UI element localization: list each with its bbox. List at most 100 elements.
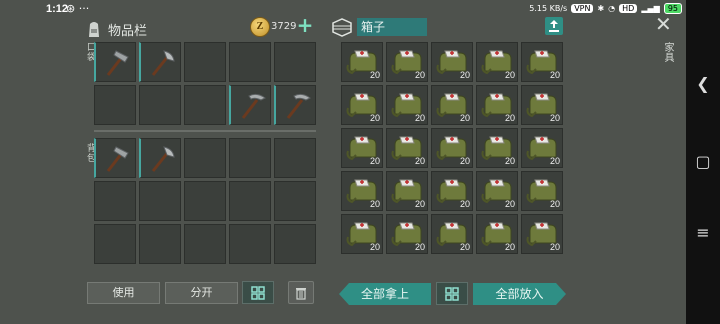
- grid-icon: [445, 287, 459, 301]
- hatchet-icon: [151, 146, 175, 172]
- slot-medkit-bag[interactable]: 20: [386, 42, 428, 82]
- bluetooth-icon: ✱: [597, 4, 605, 13]
- item-quantity: 20: [369, 70, 380, 80]
- network-speed: 5.15 KB/s: [529, 4, 568, 13]
- slot-medkit-bag[interactable]: 20: [521, 128, 563, 168]
- item-quantity: 20: [504, 70, 515, 80]
- home-nav-icon[interactable]: ▢: [686, 152, 720, 171]
- export-button[interactable]: [545, 17, 563, 35]
- slot-medkit-bag[interactable]: 20: [476, 42, 518, 82]
- slot-medkit-bag[interactable]: 20: [476, 214, 518, 254]
- item-quantity: 20: [414, 199, 425, 209]
- split-button[interactable]: 分开: [165, 282, 238, 304]
- slot-medkit-bag[interactable]: 20: [431, 128, 473, 168]
- sledgehammer-icon: [106, 146, 129, 172]
- use-button[interactable]: 使用: [87, 282, 160, 304]
- close-icon[interactable]: ✕: [655, 14, 672, 34]
- empty-slot[interactable]: [94, 181, 136, 221]
- item-quantity: 20: [459, 242, 470, 252]
- slot-medkit-bag[interactable]: 20: [386, 128, 428, 168]
- empty-slot[interactable]: [229, 181, 271, 221]
- empty-slot[interactable]: [184, 85, 226, 125]
- sort-box-button[interactable]: [436, 282, 468, 305]
- item-quantity: 20: [414, 113, 425, 123]
- slot-medkit-bag[interactable]: 20: [341, 42, 383, 82]
- empty-slot[interactable]: [274, 42, 316, 82]
- empty-slot[interactable]: [184, 224, 226, 264]
- slot-medkit-bag[interactable]: 20: [521, 42, 563, 82]
- item-quantity: 20: [414, 156, 425, 166]
- empty-slot[interactable]: [139, 181, 181, 221]
- item-quantity: 20: [414, 70, 425, 80]
- item-quantity: 20: [504, 199, 515, 209]
- slot-medkit-bag[interactable]: 20: [341, 128, 383, 168]
- add-coins-button[interactable]: +: [296, 15, 314, 35]
- pickaxe-icon: [286, 93, 311, 119]
- pocket-grid: [94, 42, 316, 125]
- hatchet-icon: [151, 50, 175, 76]
- slot-sledgehammer[interactable]: [94, 138, 136, 178]
- item-quantity: 20: [549, 156, 560, 166]
- slot-medkit-bag[interactable]: 20: [341, 85, 383, 125]
- slot-medkit-bag[interactable]: 20: [476, 171, 518, 211]
- empty-slot[interactable]: [229, 42, 271, 82]
- slot-medkit-bag[interactable]: 20: [341, 214, 383, 254]
- slot-hatchet[interactable]: [139, 42, 181, 82]
- crate-icon: [332, 18, 352, 37]
- empty-slot[interactable]: [94, 85, 136, 125]
- empty-slot[interactable]: [184, 181, 226, 221]
- slot-sledgehammer[interactable]: [94, 42, 136, 82]
- empty-slot[interactable]: [139, 85, 181, 125]
- pickaxe-icon: [241, 93, 266, 119]
- section-divider: [94, 130, 316, 132]
- empty-slot[interactable]: [139, 224, 181, 264]
- inventory-title: 物品栏: [108, 24, 148, 39]
- category-tab[interactable]: 家具: [660, 42, 675, 62]
- vpn-icon: VPN: [571, 4, 594, 13]
- slot-pickaxe[interactable]: [274, 85, 316, 125]
- back-nav-icon[interactable]: ❮: [686, 74, 720, 93]
- empty-slot[interactable]: [274, 138, 316, 178]
- empty-slot[interactable]: [274, 181, 316, 221]
- slot-medkit-bag[interactable]: 20: [386, 214, 428, 254]
- wifi-icon: ◔: [608, 4, 616, 13]
- empty-slot[interactable]: [274, 224, 316, 264]
- item-quantity: 20: [459, 156, 470, 166]
- slot-medkit-bag[interactable]: 20: [476, 85, 518, 125]
- slot-medkit-bag[interactable]: 20: [386, 171, 428, 211]
- empty-slot[interactable]: [184, 42, 226, 82]
- slot-medkit-bag[interactable]: 20: [341, 171, 383, 211]
- slot-medkit-bag[interactable]: 20: [476, 128, 518, 168]
- item-quantity: 20: [459, 113, 470, 123]
- slot-hatchet[interactable]: [139, 138, 181, 178]
- item-quantity: 20: [414, 242, 425, 252]
- backpack-grid: [94, 138, 316, 264]
- empty-slot[interactable]: [229, 224, 271, 264]
- put-all-button[interactable]: 全部放入: [473, 283, 566, 305]
- item-quantity: 20: [504, 156, 515, 166]
- status-time: 1:12: [46, 3, 69, 15]
- trash-button[interactable]: [288, 281, 314, 304]
- slot-pickaxe[interactable]: [229, 85, 271, 125]
- slot-medkit-bag[interactable]: 20: [386, 85, 428, 125]
- take-all-button[interactable]: 全部拿上: [339, 283, 431, 305]
- export-icon: [549, 20, 559, 32]
- slot-medkit-bag[interactable]: 20: [521, 214, 563, 254]
- slot-medkit-bag[interactable]: 20: [521, 85, 563, 125]
- item-quantity: 20: [369, 199, 380, 209]
- empty-slot[interactable]: [184, 138, 226, 178]
- slot-medkit-bag[interactable]: 20: [431, 214, 473, 254]
- empty-slot[interactable]: [229, 138, 271, 178]
- slot-medkit-bag[interactable]: 20: [431, 85, 473, 125]
- recents-nav-icon[interactable]: ≡: [686, 223, 720, 242]
- box-grid: 20 20 20 20 20 20 20 20 20 20 20 20 20 20 20 20 20 20 20 20…: [341, 42, 563, 254]
- item-quantity: 20: [504, 113, 515, 123]
- slot-medkit-bag[interactable]: 20: [431, 42, 473, 82]
- empty-slot[interactable]: [94, 224, 136, 264]
- sort-inventory-button[interactable]: [242, 281, 274, 304]
- coin-icon: Z: [250, 17, 270, 37]
- slot-medkit-bag[interactable]: 20: [521, 171, 563, 211]
- slot-medkit-bag[interactable]: 20: [431, 171, 473, 211]
- grid-icon: [251, 286, 265, 300]
- box-title: 箱子: [357, 18, 427, 36]
